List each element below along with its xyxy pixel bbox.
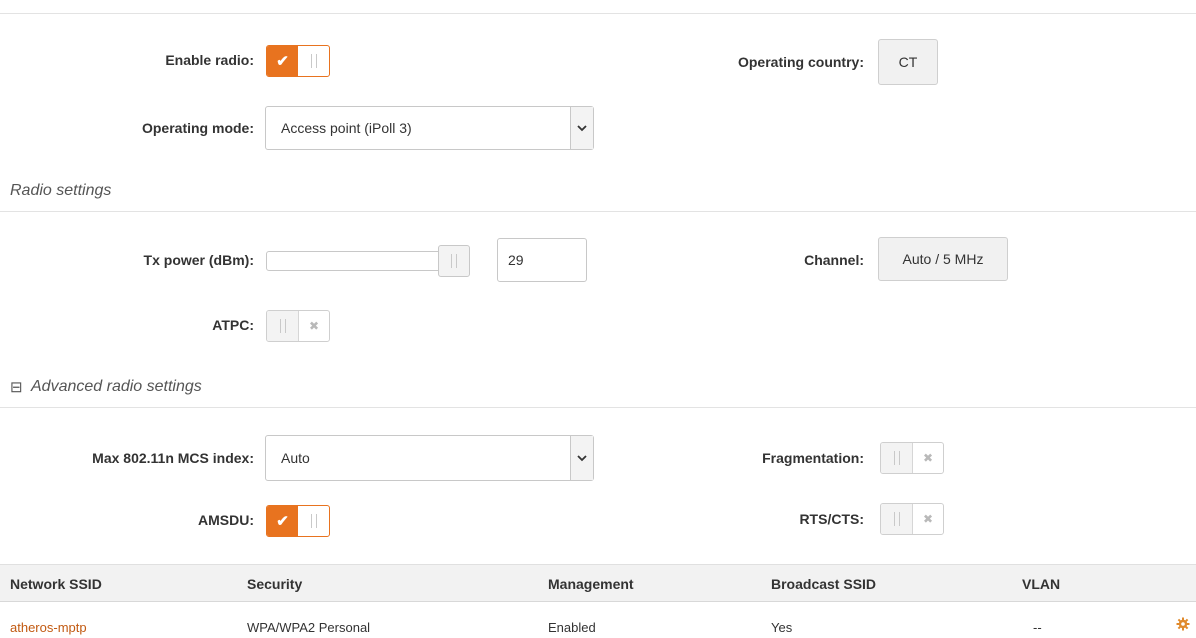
mcs-index-select[interactable]: Auto <box>265 435 594 481</box>
grip-icon <box>451 254 457 268</box>
grip-icon <box>310 514 317 528</box>
tx-power-slider-handle[interactable] <box>438 245 470 277</box>
grip-icon <box>279 319 286 333</box>
gear-icon[interactable] <box>1176 617 1190 631</box>
atpc-toggle[interactable]: ✖ <box>266 310 330 342</box>
security-cell: WPA/WPA2 Personal <box>247 620 371 635</box>
column-header-vlan: VLAN <box>1022 576 1061 592</box>
column-header-broadcast-ssid: Broadcast SSID <box>771 576 877 592</box>
enable-radio-toggle[interactable]: ✔ <box>266 45 330 77</box>
enable-radio-label: Enable radio: <box>165 52 254 68</box>
operating-country-value: CT <box>898 54 918 70</box>
rts-cts-label: RTS/CTS: <box>799 511 864 527</box>
ssid-link[interactable]: atheros-mptp <box>10 620 87 635</box>
chevron-down-icon <box>570 436 593 480</box>
column-header-management: Management <box>548 576 634 592</box>
vlan-cell: -- <box>1033 620 1042 635</box>
grip-icon <box>310 54 317 68</box>
advanced-divider <box>0 407 1196 408</box>
atpc-label: ATPC: <box>212 317 254 333</box>
column-header-network-ssid: Network SSID <box>10 576 102 592</box>
radio-settings-heading: Radio settings <box>10 182 112 199</box>
close-icon: ✖ <box>922 512 934 526</box>
amsdu-toggle[interactable]: ✔ <box>266 505 330 537</box>
operating-mode-value: Access point (iPoll 3) <box>281 120 412 136</box>
collapse-icon[interactable]: ⊟ <box>10 378 23 396</box>
operating-mode-select[interactable]: Access point (iPoll 3) <box>265 106 594 150</box>
top-divider <box>0 13 1196 14</box>
rts-cts-toggle[interactable]: ✖ <box>880 503 944 535</box>
grip-icon <box>893 512 900 526</box>
close-icon: ✖ <box>922 451 934 465</box>
channel-button[interactable]: Auto / 5 MHz <box>878 237 1008 281</box>
mcs-index-value: Auto <box>281 450 310 466</box>
management-cell: Enabled <box>548 620 596 635</box>
ssid-table-header: Network SSID Security Management Broadca… <box>0 564 1196 602</box>
operating-country-label: Operating country: <box>737 54 864 70</box>
broadcast-cell: Yes <box>771 620 793 635</box>
grip-icon <box>893 451 900 465</box>
check-icon: ✔ <box>267 46 298 76</box>
channel-label: Channel: <box>804 252 864 268</box>
fragmentation-toggle[interactable]: ✖ <box>880 442 944 474</box>
column-header-security: Security <box>247 576 303 592</box>
channel-value: Auto / 5 MHz <box>902 251 984 267</box>
operating-mode-label: Operating mode: <box>141 120 254 136</box>
fragmentation-label: Fragmentation: <box>762 450 864 466</box>
tx-power-label: Tx power (dBm): <box>143 252 254 268</box>
mcs-index-label: Max 802.11n MCS index: <box>92 450 254 466</box>
chevron-down-icon <box>570 107 593 149</box>
amsdu-label: AMSDU: <box>198 512 254 528</box>
check-icon: ✔ <box>267 506 298 536</box>
radio-settings-divider <box>0 211 1196 212</box>
close-icon: ✖ <box>308 319 320 333</box>
tx-power-input[interactable] <box>497 238 587 282</box>
advanced-radio-settings-heading[interactable]: Advanced radio settings <box>31 378 202 396</box>
operating-country-button[interactable]: CT <box>878 39 938 85</box>
